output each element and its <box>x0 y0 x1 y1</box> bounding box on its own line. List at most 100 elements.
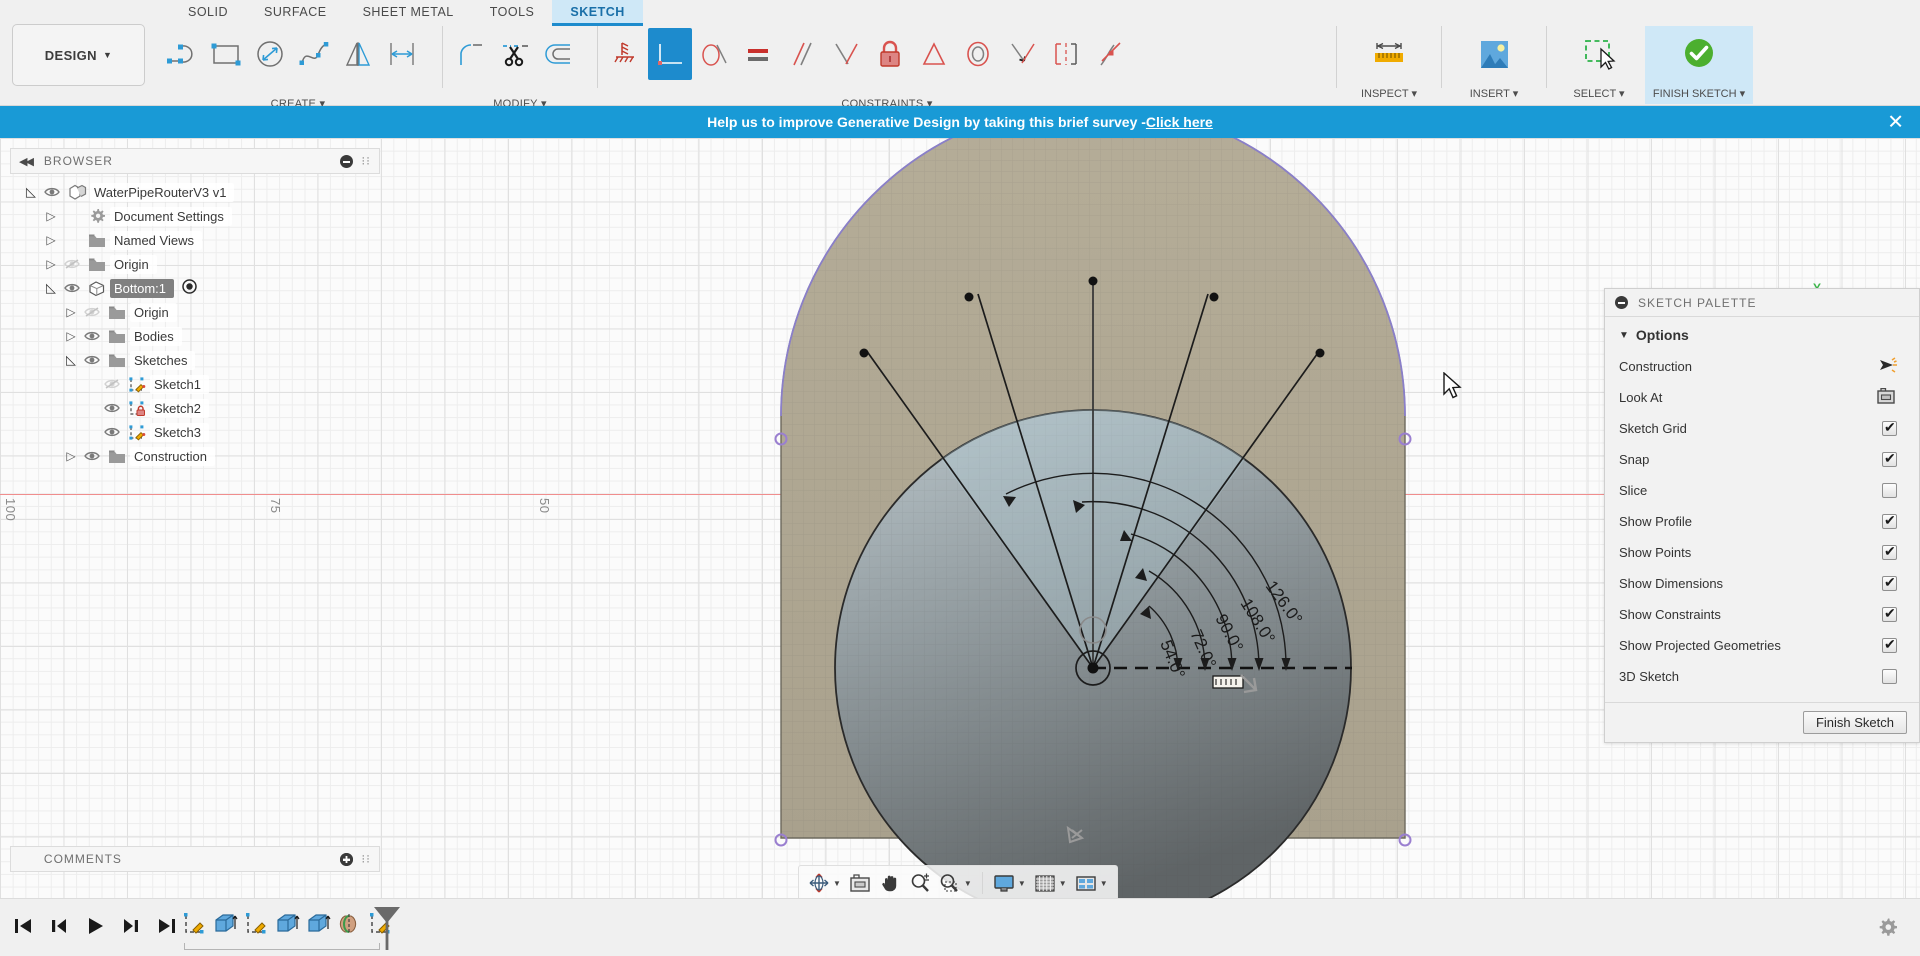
collinear-icon[interactable] <box>1000 28 1044 80</box>
extrude-feature-icon-2[interactable] <box>271 907 302 941</box>
comments-grip[interactable]: ⁝⁝ <box>361 852 371 866</box>
expand-arrow-icon[interactable] <box>42 280 60 296</box>
revolve-feature-icon[interactable] <box>333 907 364 941</box>
inspect-button[interactable]: INSPECT ▾ <box>1343 26 1435 104</box>
palette-row-slice[interactable]: Slice <box>1605 475 1919 506</box>
collapse-arrow-icon[interactable] <box>42 257 60 271</box>
browser-item-document-settings[interactable]: Document Settings <box>10 204 380 228</box>
tab-surface[interactable]: SURFACE <box>246 0 345 26</box>
palette-row-show-points-checkbox[interactable] <box>1882 545 1897 560</box>
visibility-eye-icon[interactable] <box>60 281 84 295</box>
extrude-feature-icon-3[interactable] <box>302 907 333 941</box>
midpoint-icon[interactable] <box>912 28 956 80</box>
palette-row-show-projected-geometries[interactable]: Show Projected Geometries <box>1605 630 1919 661</box>
visibility-eye-off-icon[interactable] <box>60 257 84 271</box>
zoom-plusminus-icon[interactable] <box>906 869 934 897</box>
close-icon[interactable]: ✕ <box>1887 110 1904 135</box>
visibility-eye-off-icon[interactable] <box>100 377 124 391</box>
visibility-eye-icon[interactable] <box>80 353 104 367</box>
browser-item-sketch2[interactable]: Sketch2 <box>10 396 380 420</box>
step-back-icon[interactable] <box>44 909 74 943</box>
collapse-arrow-icon[interactable] <box>62 305 80 319</box>
fix-lock-icon[interactable] <box>868 28 912 80</box>
fillet-icon[interactable] <box>449 28 493 80</box>
insert-button[interactable]: INSERT ▾ <box>1448 26 1540 104</box>
orbit-dropdown-caret[interactable]: ▼ <box>833 879 841 888</box>
sketch-feature-icon[interactable] <box>178 907 209 941</box>
collapse-arrow-icon[interactable] <box>42 209 60 223</box>
browser-item-sketch1[interactable]: Sketch1 <box>10 372 380 396</box>
tab-tools[interactable]: TOOLS <box>472 0 553 26</box>
workspace-design-button[interactable]: DESIGN ▼ <box>12 24 145 86</box>
palette-row-show-dimensions-checkbox[interactable] <box>1882 576 1897 591</box>
offset-icon[interactable] <box>537 28 581 80</box>
look-at-camera-icon[interactable] <box>1875 387 1897 408</box>
timeline-marker-icon[interactable] <box>371 905 403 956</box>
palette-row-sketch-grid[interactable]: Sketch Grid <box>1605 413 1919 444</box>
zoom-window-icon[interactable] <box>936 869 964 897</box>
tab-sketch[interactable]: SKETCH <box>552 0 642 26</box>
pan-hand-icon[interactable] <box>876 869 904 897</box>
select-button[interactable]: SELECT ▾ <box>1553 26 1645 104</box>
visibility-eye-icon[interactable] <box>100 401 124 415</box>
symmetry-icon[interactable] <box>1044 28 1088 80</box>
palette-row-3d-sketch[interactable]: 3D Sketch <box>1605 661 1919 692</box>
rectangle-icon[interactable] <box>204 28 248 80</box>
browser-item-sketch3[interactable]: Sketch3 <box>10 420 380 444</box>
coincident-selected-icon[interactable] <box>648 28 692 80</box>
palette-row-look-at[interactable]: Look At <box>1605 382 1919 413</box>
activate-component-radio[interactable] <box>182 279 197 297</box>
browser-item-waterpiperouterv3-v1[interactable]: WaterPipeRouterV3 v1 <box>10 180 380 204</box>
look-at-icon[interactable] <box>846 869 874 897</box>
browser-item-construction[interactable]: Construction <box>10 444 380 468</box>
palette-row-construction[interactable]: Construction <box>1605 351 1919 382</box>
finish-sketch-button[interactable]: Finish Sketch <box>1803 711 1907 734</box>
ground-constraint-icon[interactable] <box>604 28 648 80</box>
construction-icon[interactable] <box>1875 356 1897 377</box>
play-icon[interactable] <box>80 909 110 943</box>
palette-row-show-profile-checkbox[interactable] <box>1882 514 1897 529</box>
palette-row-3d-sketch-checkbox[interactable] <box>1882 669 1897 684</box>
offset-dimension-icon[interactable] <box>380 28 424 80</box>
viewports-icon[interactable] <box>1072 869 1100 897</box>
browser-item-origin[interactable]: Origin <box>10 252 380 276</box>
curvature-icon[interactable] <box>1088 28 1132 80</box>
collapse-arrow-icon[interactable] <box>62 329 80 343</box>
expand-arrow-icon[interactable] <box>22 184 40 200</box>
visibility-eye-icon[interactable] <box>40 185 64 199</box>
browser-item-sketches[interactable]: Sketches <box>10 348 380 372</box>
expand-arrow-icon[interactable] <box>62 352 80 368</box>
browser-item-named-views[interactable]: Named Views <box>10 228 380 252</box>
grid-snaps-icon[interactable] <box>1031 869 1059 897</box>
equal-icon[interactable] <box>736 28 780 80</box>
tangent-icon[interactable] <box>692 28 736 80</box>
palette-row-show-profile[interactable]: Show Profile <box>1605 506 1919 537</box>
palette-row-show-constraints[interactable]: Show Constraints <box>1605 599 1919 630</box>
palette-options-title[interactable]: ▼ Options <box>1605 327 1919 351</box>
circle-diameter-icon[interactable] <box>248 28 292 80</box>
grid-dropdown-caret[interactable]: ▼ <box>1059 879 1067 888</box>
collapse-icon[interactable]: ◀◀ <box>19 155 32 168</box>
timeline-settings-gear-icon[interactable] <box>1878 917 1898 942</box>
palette-row-slice-checkbox[interactable] <box>1882 483 1897 498</box>
arc-icon[interactable] <box>160 28 204 80</box>
sketch-feature-icon-2[interactable] <box>240 907 271 941</box>
browser-item-origin[interactable]: Origin <box>10 300 380 324</box>
tab-sheet-metal[interactable]: SHEET METAL <box>345 0 472 26</box>
palette-row-snap[interactable]: Snap <box>1605 444 1919 475</box>
collapse-arrow-icon[interactable] <box>62 449 80 463</box>
minimize-icon[interactable] <box>340 155 353 168</box>
finish-sketch-ribbon-button[interactable]: FINISH SKETCH ▾ <box>1645 26 1753 104</box>
browser-item-bottom-1[interactable]: Bottom:1 <box>10 276 380 300</box>
palette-row-sketch-grid-checkbox[interactable] <box>1882 421 1897 436</box>
panel-grip[interactable]: ⁝⁝ <box>361 154 371 168</box>
mirror-icon[interactable] <box>336 28 380 80</box>
display-dropdown-caret[interactable]: ▼ <box>1018 879 1026 888</box>
tab-solid[interactable]: SOLID <box>170 0 246 26</box>
extrude-feature-icon[interactable] <box>209 907 240 941</box>
visibility-eye-off-icon[interactable] <box>80 305 104 319</box>
plus-circle-icon[interactable] <box>340 853 353 866</box>
perpendicular-icon[interactable] <box>824 28 868 80</box>
visibility-eye-icon[interactable] <box>100 425 124 439</box>
visibility-eye-icon[interactable] <box>80 449 104 463</box>
